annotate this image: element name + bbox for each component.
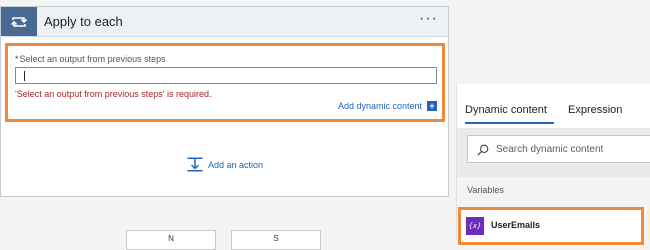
- search-icon: [477, 143, 489, 156]
- card-header[interactable]: Apply to each ···: [1, 7, 448, 37]
- select-output-input[interactable]: [15, 67, 437, 84]
- select-output-section: *Select an output from previous steps 'S…: [5, 43, 445, 122]
- loop-icon: [1, 7, 37, 36]
- validation-error: 'Select an output from previous steps' i…: [15, 89, 212, 99]
- bottom-button-label: S: [273, 234, 279, 243]
- add-dynamic-content-link[interactable]: Add dynamic content +: [338, 101, 437, 111]
- field-label: *Select an output from previous steps: [15, 54, 166, 64]
- variable-icon: {x}: [466, 217, 484, 235]
- section-title: Variables: [467, 185, 504, 195]
- dynamic-content-panel: Dynamic content Expression Variables {x}…: [456, 84, 650, 245]
- add-action-button[interactable]: Add an action: [187, 157, 263, 172]
- search-box[interactable]: [467, 135, 650, 163]
- bottom-button-label: N: [168, 234, 174, 243]
- more-options-button[interactable]: ···: [419, 10, 438, 28]
- search-dynamic-content-input[interactable]: [496, 136, 646, 162]
- tab-dynamic-content[interactable]: Dynamic content: [465, 104, 547, 116]
- tab-expression[interactable]: Expression: [568, 104, 622, 116]
- apply-to-each-card: Apply to each ··· *Select an output from…: [0, 6, 449, 197]
- add-action-label: Add an action: [208, 159, 264, 170]
- bottom-button-new-step[interactable]: N: [126, 230, 216, 250]
- add-dynamic-content-icon: +: [427, 101, 437, 111]
- field-label-text: Select an output from previous steps: [19, 54, 166, 64]
- text-caret: [24, 71, 25, 81]
- add-dynamic-content-label: Add dynamic content: [337, 101, 422, 111]
- required-mark: *: [15, 54, 19, 64]
- active-tab-indicator: [465, 122, 554, 124]
- variable-label: UserEmails: [491, 220, 541, 230]
- card-title: Apply to each: [44, 14, 123, 29]
- add-action-icon: [187, 157, 203, 172]
- variable-item-useremails[interactable]: {x} UserEmails: [458, 207, 644, 245]
- variables-section: Variables {x} UserEmails: [457, 177, 650, 245]
- bottom-button-save[interactable]: S: [231, 230, 321, 250]
- search-area: [457, 128, 650, 177]
